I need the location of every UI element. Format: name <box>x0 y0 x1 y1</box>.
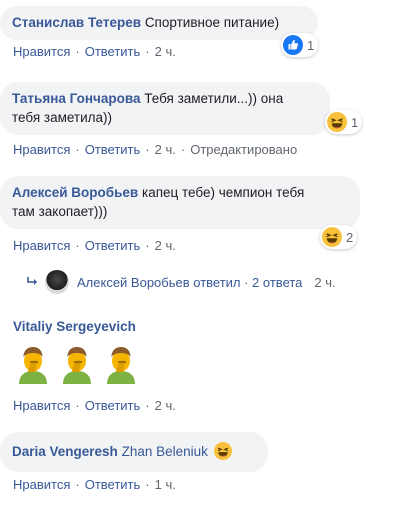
facepalm-emoji-icon <box>107 347 135 384</box>
separator: · <box>145 398 150 413</box>
reply-link[interactable]: Ответить <box>85 398 141 413</box>
like-link[interactable]: Нравится <box>13 44 70 59</box>
reply-link[interactable]: Ответить <box>85 477 141 492</box>
comment-author[interactable]: Vitaliy Sergeyevich <box>13 319 136 334</box>
comment-author[interactable]: Daria Vengeresh <box>12 444 118 459</box>
reaction-count: 1 <box>351 114 359 130</box>
reaction-count: 1 <box>307 37 315 53</box>
avatar[interactable] <box>45 270 69 294</box>
replies-time: 2 ч. <box>314 274 336 290</box>
separator: · <box>145 477 150 492</box>
reaction-badge[interactable]: 1 <box>325 110 363 134</box>
comment-actions: Нравится · Ответить · 1 ч. <box>13 477 176 492</box>
reaction-badge[interactable]: 1 <box>281 33 319 57</box>
like-link[interactable]: Нравится <box>13 398 70 413</box>
reply-arrow-icon <box>27 277 37 285</box>
laughing-emoji-icon <box>213 442 232 460</box>
facepalm-emoji-icon <box>63 347 91 384</box>
comment-bubble: Daria Vengeresh Zhan Beleniuk <box>0 432 268 472</box>
like-link[interactable]: Нравится <box>13 477 70 492</box>
mention-link[interactable]: Zhan Beleniuk <box>122 444 208 459</box>
separator: · <box>145 238 150 253</box>
comment-actions: Нравится · Ответить · 2 ч. <box>13 398 176 413</box>
reply-link[interactable]: Ответить <box>85 142 141 157</box>
separator: · <box>75 238 80 253</box>
separator: · <box>75 142 80 157</box>
comment-time[interactable]: 2 ч. <box>155 44 176 59</box>
separator: · <box>75 44 80 59</box>
edited-label[interactable]: Отредактировано <box>190 142 297 157</box>
facepalm-emoji-icon <box>19 347 47 384</box>
comment-text: Тебя заметили...)) она <box>144 91 284 106</box>
comment-bubble: Алексей Воробьев капец тебе) чемпион теб… <box>0 176 360 229</box>
separator: · <box>145 44 150 59</box>
comment-time[interactable]: 2 ч. <box>155 142 176 157</box>
comment-author[interactable]: Татьяна Гончарова <box>12 91 140 106</box>
like-link[interactable]: Нравится <box>13 238 70 253</box>
comment-actions: Нравится · Ответить · 2 ч. <box>13 44 176 59</box>
reply-link[interactable]: Ответить <box>85 238 141 253</box>
comment-text: тебя заметила)) <box>12 110 113 125</box>
comment-text: там закопает))) <box>12 204 108 219</box>
like-icon <box>283 35 303 55</box>
reaction-count: 2 <box>346 229 354 245</box>
laughing-emoji-icon <box>322 227 342 247</box>
comment-time[interactable]: 2 ч. <box>155 238 176 253</box>
comment-bubble: Станислав Тетерев Спортивное питание) <box>0 6 318 40</box>
comment-author[interactable]: Алексей Воробьев <box>12 185 138 200</box>
replies-summary[interactable]: Алексей Воробьев ответил · 2 ответа <box>77 275 302 290</box>
reply-link[interactable]: Ответить <box>85 44 141 59</box>
comment-actions: Нравится · Ответить · 2 ч. <box>13 238 176 253</box>
comment-time[interactable]: 1 ч. <box>155 477 176 492</box>
sticker-row <box>16 344 138 384</box>
comment-bubble: Татьяна Гончарова Тебя заметили...)) она… <box>0 82 330 135</box>
separator: · <box>145 142 150 157</box>
laughing-emoji-icon <box>327 112 347 132</box>
comment-text: Спортивное питание) <box>144 15 280 30</box>
separator: · <box>75 398 80 413</box>
comment-text: капец тебе) чемпион тебя <box>142 185 305 200</box>
separator: · <box>180 142 186 157</box>
reaction-badge[interactable]: 2 <box>320 225 358 249</box>
comment-actions: Нравится · Ответить · 2 ч. · Отредактировано <box>13 142 297 157</box>
like-link[interactable]: Нравится <box>13 142 70 157</box>
view-replies-link[interactable]: Алексей Воробьев ответил · 2 ответа 2 ч. <box>26 270 336 294</box>
comment-time[interactable]: 2 ч. <box>155 398 176 413</box>
separator: · <box>75 477 80 492</box>
comment-author[interactable]: Станислав Тетерев <box>12 15 141 30</box>
